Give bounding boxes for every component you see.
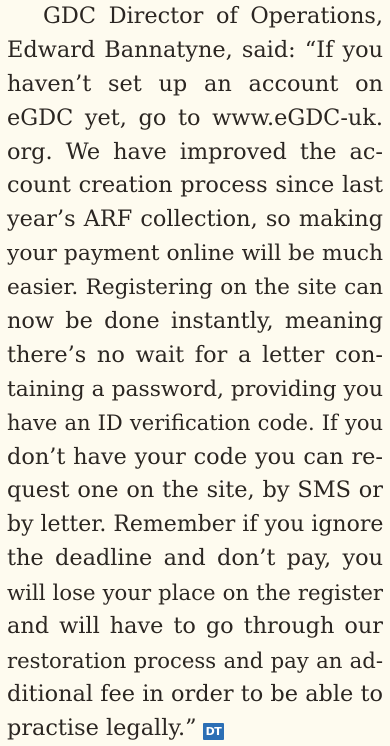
article-paragraph: GDC Director of Operations, Edward Banna…: [7, 0, 383, 746]
article-line: don’t have your code you can re-: [7, 443, 383, 470]
article-line: easier. Registering on the site can: [7, 275, 383, 301]
article-line: GDC Director of Operations,: [43, 3, 383, 29]
article-line: and will have to go through our: [7, 613, 383, 640]
article-line: taining a password, providing you: [7, 376, 384, 402]
article-line: your payment online will be much: [7, 241, 383, 267]
article-line: the deadline and don’t pay, you: [7, 545, 383, 572]
article-line: will lose your place on the register: [7, 580, 383, 606]
article-line: by letter. Remember if you ignore: [7, 512, 384, 538]
article-line: there’s no wait for a letter con-: [7, 341, 383, 368]
article-line: year’s ARF collection, so making: [7, 206, 383, 233]
article-line: quest one on the site, by SMS or: [7, 477, 383, 504]
article-line: Edward Bannatyne, said: “If you: [7, 36, 383, 63]
article-line: practise legally.”: [7, 714, 197, 741]
article-line: restoration process and pay an ad-: [7, 647, 383, 673]
dt-end-mark: DT: [202, 722, 225, 740]
article-page: GDC Director of Operations, Edward Banna…: [0, 0, 390, 741]
article-line: org. We have improved the ac-: [7, 138, 383, 165]
article-line: now be done instantly, meaning: [7, 308, 383, 335]
article-line: count creation process since last: [7, 172, 383, 199]
article-line: ditional fee in order to be able to: [7, 680, 383, 707]
article-last-line: practise legally.” DT: [7, 712, 383, 746]
article-line: eGDC yet, go to www.eGDC-uk.: [7, 104, 383, 131]
article-line: haven’t set up an account on: [7, 70, 383, 97]
article-line: have an ID verification code. If you: [7, 410, 383, 435]
